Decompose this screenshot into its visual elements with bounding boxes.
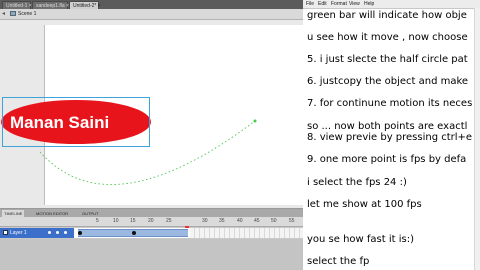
scene-bar: ◂ Scene 1 (0, 9, 303, 20)
doc-tab-untitled-1[interactable]: Untitled-1 × (2, 1, 32, 9)
notepad-window: File Edit Format View Help green bar wil… (303, 0, 480, 270)
timeline-ruler[interactable]: 5 10 15 20 25 30 35 40 45 50 55 (0, 217, 303, 233)
menu-format[interactable]: Format (331, 0, 347, 8)
text-line[interactable]: select the fp (307, 256, 369, 268)
doc-tab-sandeep1[interactable]: sandeep1.fla × (32, 1, 69, 9)
text-line[interactable]: 7. for continune motion its neces (307, 98, 472, 110)
ruler-label: 30 (202, 218, 208, 224)
ruler-label: 25 (166, 218, 172, 224)
motion-path-end-point[interactable] (253, 119, 257, 123)
text-line[interactable]: u see how it move , now choose (307, 32, 468, 44)
keyframe[interactable] (78, 231, 82, 235)
timeline-layer-row[interactable]: Layer 1 (0, 228, 303, 238)
text-line[interactable]: 8. view previe by pressing ctrl+e (307, 132, 472, 144)
layer-name[interactable]: Layer 1 (10, 229, 27, 237)
menu-bar: File Edit Format View Help (303, 0, 480, 9)
ruler-label: 55 (289, 218, 295, 224)
layer-header[interactable]: Layer 1 (0, 228, 74, 238)
doc-tab-untitled-2[interactable]: Untitled-2* × (69, 1, 101, 9)
menu-edit[interactable]: Edit (318, 0, 327, 8)
ruler-label: 20 (148, 218, 154, 224)
timeline-tabs: TIMELINE MOTION EDITOR OUTPUT (0, 209, 303, 217)
text-line[interactable]: let me show at 100 fps (307, 199, 422, 211)
menu-help[interactable]: Help (364, 0, 374, 8)
keyframe[interactable] (132, 231, 136, 235)
ruler-label: 35 (219, 218, 225, 224)
notepad-scrollbar[interactable] (474, 8, 480, 270)
layer-icon (3, 230, 8, 235)
timeline-footer (0, 239, 303, 270)
text-line[interactable]: i select the fps 24 :) (307, 177, 407, 189)
flash-editor: Untitled-1 × sandeep1.fla × Untitled-2* … (0, 0, 303, 270)
lock-dot-icon[interactable] (56, 231, 59, 234)
tab-motion-editor[interactable]: MOTION EDITOR (34, 210, 70, 217)
text-line[interactable]: 5. i just slecte the half circle pat (307, 54, 468, 66)
ellipse-text: Manan Saini (10, 113, 110, 132)
text-line[interactable]: green bar will indicate how obje (307, 10, 467, 22)
visibility-dot-icon[interactable] (48, 231, 51, 234)
ruler-label: 5 (96, 218, 99, 224)
menu-file[interactable]: File (306, 0, 314, 8)
text-line[interactable]: you se how fast it is:) (307, 234, 414, 246)
tab-output[interactable]: OUTPUT (80, 210, 100, 217)
ruler-label: 50 (271, 218, 277, 224)
ruler-label: 45 (254, 218, 260, 224)
back-arrow-icon[interactable]: ◂ (2, 10, 5, 18)
ruler-label: 10 (113, 218, 119, 224)
document-tabs: Untitled-1 × sandeep1.fla × Untitled-2* … (0, 0, 303, 9)
timeline-panel: TIMELINE MOTION EDITOR OUTPUT 5 10 15 20… (0, 208, 303, 270)
outline-square-icon[interactable] (64, 231, 67, 234)
ruler-label: 40 (237, 218, 243, 224)
text-line[interactable]: 6. justcopy the object and make (307, 76, 468, 88)
empty-frames[interactable] (190, 228, 303, 238)
menu-view[interactable]: View (349, 0, 360, 8)
scene-icon (10, 11, 16, 16)
scene-label[interactable]: Scene 1 (18, 10, 36, 19)
tab-timeline[interactable]: TIMELINE (2, 210, 25, 217)
ruler-label: 15 (130, 218, 136, 224)
text-line[interactable]: 9. one more point is fps by defa (307, 154, 466, 166)
